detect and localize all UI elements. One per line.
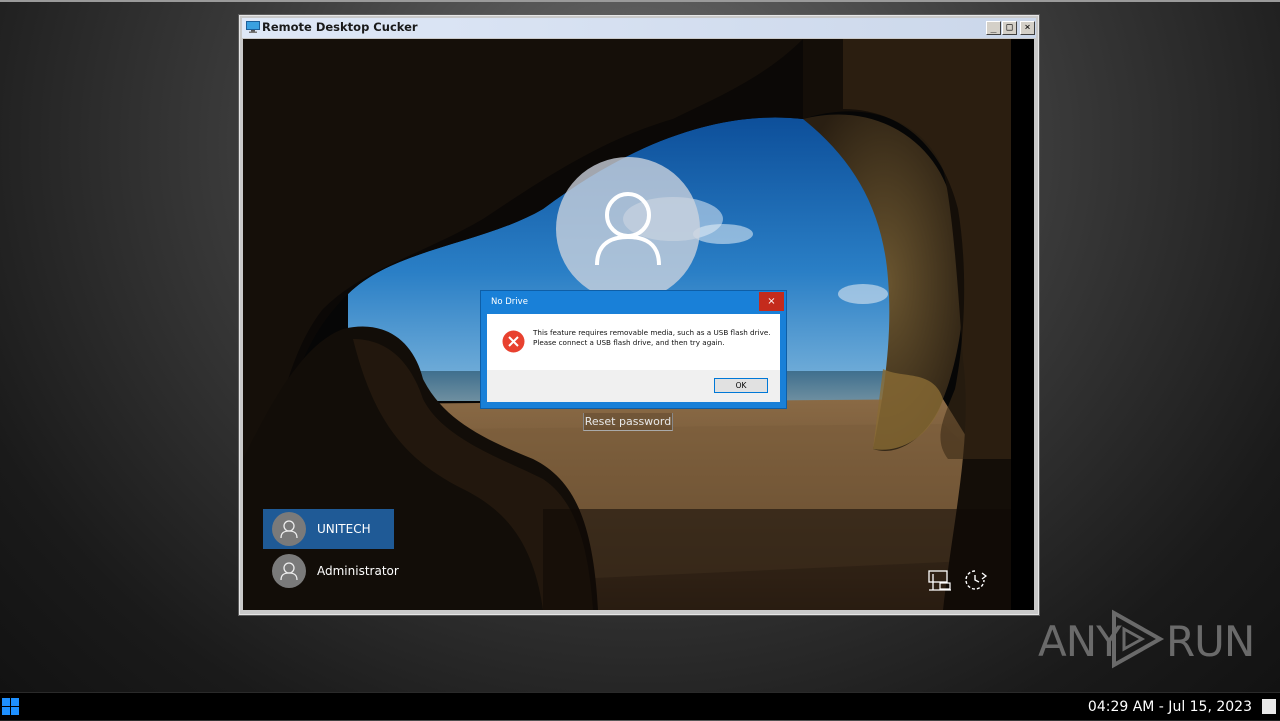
user-icon <box>595 192 661 266</box>
watermark-text-right: RUN <box>1166 617 1255 666</box>
taskbar-clock[interactable]: 04:29 AM - Jul 15, 2023 <box>1088 693 1252 721</box>
window-titlebar[interactable]: Remote Desktop Cucker _ □ × <box>242 18 1036 38</box>
dialog-message: This feature requires removable media, s… <box>533 328 771 347</box>
dialog-body: This feature requires removable media, s… <box>487 314 780 370</box>
avatar <box>272 554 306 588</box>
avatar <box>272 512 306 546</box>
error-icon <box>502 330 525 353</box>
user-avatar-large <box>556 157 700 301</box>
close-button[interactable]: × <box>1020 21 1035 35</box>
reset-password-link[interactable]: Reset password <box>583 413 673 431</box>
window-title: Remote Desktop Cucker <box>262 20 418 34</box>
windows-start-icon[interactable] <box>2 698 19 715</box>
ok-button[interactable]: OK <box>714 378 768 393</box>
remote-screen[interactable]: Reset password UNITECH Administrator No … <box>243 39 1011 610</box>
user-icon <box>280 520 298 539</box>
play-logo-icon <box>1112 609 1165 669</box>
notification-icon[interactable] <box>1262 699 1276 714</box>
dialog-close-button[interactable]: × <box>759 292 784 311</box>
remote-screen-margin <box>1011 39 1034 610</box>
user-icon <box>280 562 298 581</box>
maximize-button[interactable]: □ <box>1002 21 1017 35</box>
desktop: Remote Desktop Cucker _ □ × Reset passwo… <box>0 0 1280 692</box>
user-name: UNITECH <box>317 522 371 536</box>
user-item-unitech[interactable]: UNITECH <box>263 509 394 549</box>
user-item-administrator[interactable]: Administrator <box>263 551 399 591</box>
dialog-footer: OK <box>487 370 780 402</box>
dialog-title: No Drive <box>491 297 528 307</box>
error-dialog[interactable]: No Drive × This feature requires removab… <box>481 291 786 408</box>
monitor-icon <box>246 21 260 33</box>
anyrun-watermark: ANY RUN <box>1038 607 1255 671</box>
remote-desktop-window[interactable]: Remote Desktop Cucker _ □ × Reset passwo… <box>239 15 1039 615</box>
minimize-button[interactable]: _ <box>986 21 1001 35</box>
user-name: Administrator <box>317 564 399 578</box>
ease-of-access-icon[interactable] <box>963 568 989 592</box>
network-icon[interactable] <box>927 568 953 592</box>
taskbar: 04:29 AM - Jul 15, 2023 <box>0 692 1280 720</box>
